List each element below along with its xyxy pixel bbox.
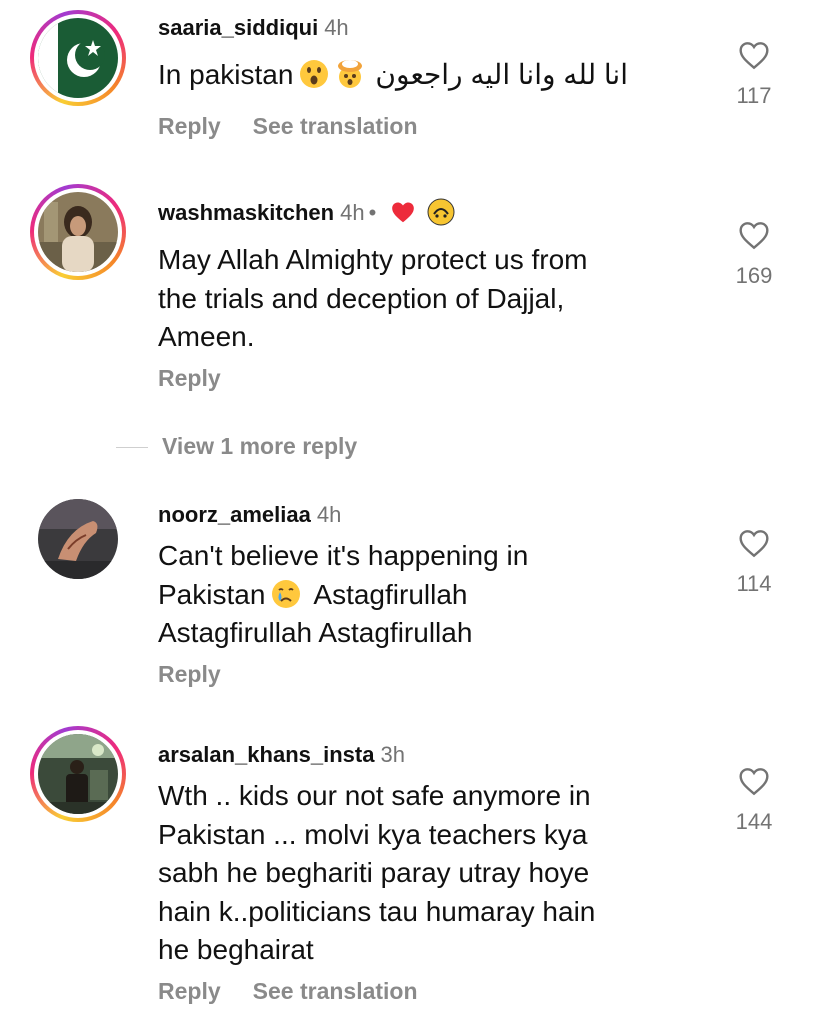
comment-text-line: Can't believe it's happening in [158, 540, 529, 571]
comment-text-line: he beghairat [158, 934, 314, 965]
profile-photo [38, 499, 118, 579]
creator-badge-icon [427, 198, 455, 226]
red-heart-icon [392, 202, 415, 223]
heart-icon[interactable] [738, 766, 770, 796]
like-control: 117 [724, 40, 784, 108]
like-control: 144 [724, 766, 784, 834]
comment-text-line: Astagfirullah Astagfirullah [158, 617, 473, 648]
timestamp: 3h [380, 742, 405, 767]
comment-header: washmaskitchen 4h • [158, 198, 455, 227]
timestamp: 4h [316, 502, 342, 527]
comment-text: Can't believe it's happening in Pakistan… [158, 537, 678, 653]
reply-button[interactable]: Reply [158, 661, 221, 687]
comment-actions: Reply [158, 364, 221, 392]
like-count: 114 [736, 571, 772, 596]
heart-icon[interactable] [738, 528, 770, 558]
astonished-face-icon [300, 60, 329, 88]
reply-button[interactable]: Reply [158, 978, 221, 1004]
see-translation-button[interactable]: See translation [253, 113, 418, 139]
comment-text: Wth .. kids our not safe anymore in Paki… [158, 777, 678, 970]
comment-text-line: Wth .. kids our not safe anymore in [158, 780, 591, 811]
like-count: 144 [735, 809, 773, 834]
like-control: 169 [724, 220, 784, 288]
crying-face-icon [272, 579, 301, 608]
view-more-replies-button[interactable]: View 1 more reply [116, 432, 357, 460]
comment-text-part: In pakistan [158, 59, 294, 90]
username[interactable]: arsalan_khans_insta [158, 742, 374, 767]
reply-button[interactable]: Reply [158, 365, 221, 391]
comment-text-line: the trials and deception of Dajjal, [158, 282, 565, 314]
reply-button[interactable]: Reply [158, 113, 221, 139]
avatar[interactable] [30, 10, 126, 106]
comment-header: noorz_ameliaa 4h [158, 501, 341, 529]
comment-header: arsalan_khans_insta 3h [158, 741, 405, 769]
comment-actions: Reply See translation [158, 112, 418, 140]
profile-photo [38, 734, 118, 814]
like-count: 169 [735, 263, 773, 288]
comment-actions: Reply See translation [158, 977, 418, 1005]
username[interactable]: washmaskitchen [158, 200, 334, 225]
comment-actions: Reply [158, 660, 221, 688]
timestamp: 4h [340, 200, 365, 225]
username[interactable]: noorz_ameliaa [158, 502, 311, 527]
avatar[interactable] [30, 726, 126, 822]
comment-text-part: Astagfirullah [313, 578, 468, 610]
see-translation-button[interactable]: See translation [253, 978, 418, 1004]
like-count: 117 [736, 83, 772, 108]
comment-text-line: hain k..politicians tau humaray hain [158, 895, 596, 927]
comment-text: In pakistan انا لله وانا اليه راجعون [158, 56, 718, 95]
comment-text-line: Pakistan Astagfirullah [158, 576, 678, 615]
comment-text-line: May Allah Almighty protect us from [158, 244, 588, 275]
heart-icon[interactable] [738, 40, 770, 70]
comment-text-line: Pakistan ... molvi kya teachers kya [158, 818, 588, 850]
exploding-head-icon [338, 60, 363, 88]
pakistan-flag-icon [38, 18, 118, 98]
comment-text-line: sabh he beghariti paray utray hoye [158, 857, 590, 888]
profile-photo [38, 192, 118, 272]
like-control: 114 [724, 528, 784, 596]
separator: • [368, 200, 377, 225]
comment-text-arabic: انا لله وانا اليه راجعون [375, 59, 628, 90]
comment-text-line: Ameen. [158, 321, 255, 352]
comment-header: saaria_siddiqui 4h [158, 14, 349, 42]
timestamp: 4h [324, 15, 349, 40]
username[interactable]: saaria_siddiqui [158, 15, 318, 40]
avatar[interactable] [30, 184, 126, 280]
divider [116, 447, 148, 449]
heart-icon[interactable] [738, 220, 770, 250]
view-more-label: View 1 more reply [162, 433, 358, 459]
comment-text-part: Pakistan [158, 578, 266, 610]
avatar[interactable] [38, 499, 118, 579]
comment-text: May Allah Almighty protect us from the t… [158, 241, 678, 357]
